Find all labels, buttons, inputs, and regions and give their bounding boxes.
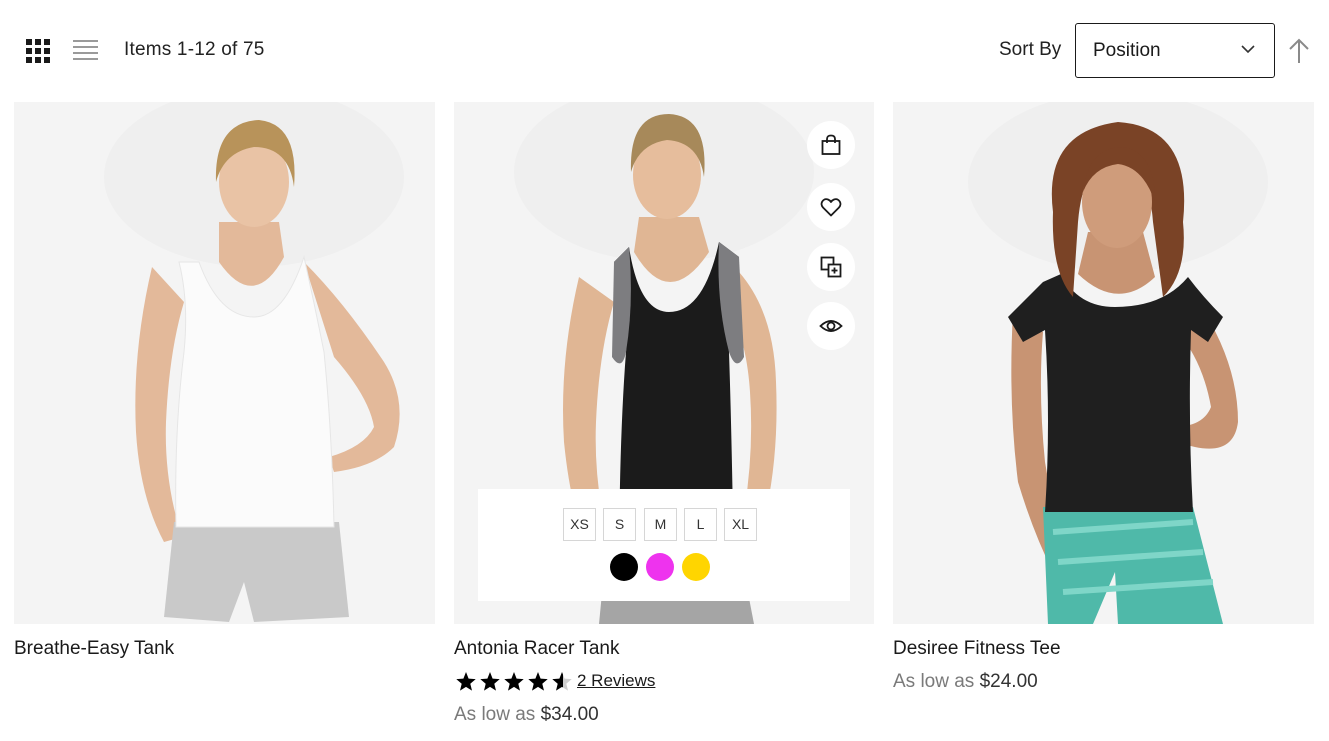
star-icon — [480, 672, 500, 691]
size-option[interactable]: XL — [724, 508, 757, 541]
eye-icon — [819, 320, 843, 332]
product-price: As low as $24.00 — [893, 671, 1038, 693]
price-amount: $34.00 — [540, 704, 599, 725]
size-option[interactable]: M — [644, 508, 677, 541]
products-toolbar: Items 1-12 of 75 Sort By Position — [0, 0, 1329, 100]
swatch-panel: XS S M L XL — [478, 489, 850, 601]
sort-by-label: Sort By — [999, 39, 1062, 60]
star-half-icon — [552, 672, 572, 691]
rating-stars — [456, 672, 572, 691]
product-name[interactable]: Antonia Racer Tank — [454, 638, 619, 660]
product-image[interactable]: XS S M L XL — [454, 102, 874, 624]
size-option[interactable]: L — [684, 508, 717, 541]
add-to-cart-button[interactable] — [807, 121, 855, 169]
chevron-down-icon — [1241, 45, 1255, 54]
product-image[interactable] — [14, 102, 435, 624]
arrow-up-icon[interactable] — [1287, 38, 1311, 64]
product-card: XS S M L XL Antonia Racer Tank 2 Reviews… — [454, 102, 874, 725]
star-icon — [504, 672, 524, 691]
list-icon[interactable] — [73, 40, 98, 62]
size-option[interactable]: XS — [563, 508, 596, 541]
price-amount: $24.00 — [979, 671, 1038, 692]
sort-by-value: Position — [1093, 40, 1161, 61]
product-card: Desiree Fitness Tee As low as $24.00 — [893, 102, 1314, 692]
color-swatch-purple[interactable] — [646, 553, 674, 581]
compare-icon — [820, 256, 842, 278]
product-price: As low as $34.00 — [454, 704, 599, 726]
size-option[interactable]: S — [603, 508, 636, 541]
product-photo-illustration — [104, 102, 404, 622]
product-name[interactable]: Breathe-Easy Tank — [14, 638, 174, 660]
heart-icon — [820, 198, 842, 217]
color-swatch-yellow[interactable] — [682, 553, 710, 581]
toolbar-amount: Items 1-12 of 75 — [124, 39, 265, 60]
product-photo-illustration — [968, 102, 1268, 624]
add-to-compare-button[interactable] — [807, 243, 855, 291]
add-to-wishlist-button[interactable] — [807, 183, 855, 231]
grid-icon[interactable] — [26, 39, 50, 63]
product-image[interactable] — [893, 102, 1314, 624]
star-icon — [456, 672, 476, 691]
star-icon — [528, 672, 548, 691]
product-name[interactable]: Desiree Fitness Tee — [893, 638, 1061, 660]
quick-view-button[interactable] — [807, 302, 855, 350]
color-swatch-black[interactable] — [610, 553, 638, 581]
price-prefix: As low as — [893, 671, 975, 692]
reviews-link[interactable]: 2 Reviews — [577, 671, 655, 691]
sort-by-select[interactable]: Position — [1075, 23, 1275, 78]
shopping-bag-icon — [821, 134, 841, 155]
price-prefix: As low as — [454, 704, 536, 725]
product-card: Breathe-Easy Tank — [14, 102, 435, 659]
